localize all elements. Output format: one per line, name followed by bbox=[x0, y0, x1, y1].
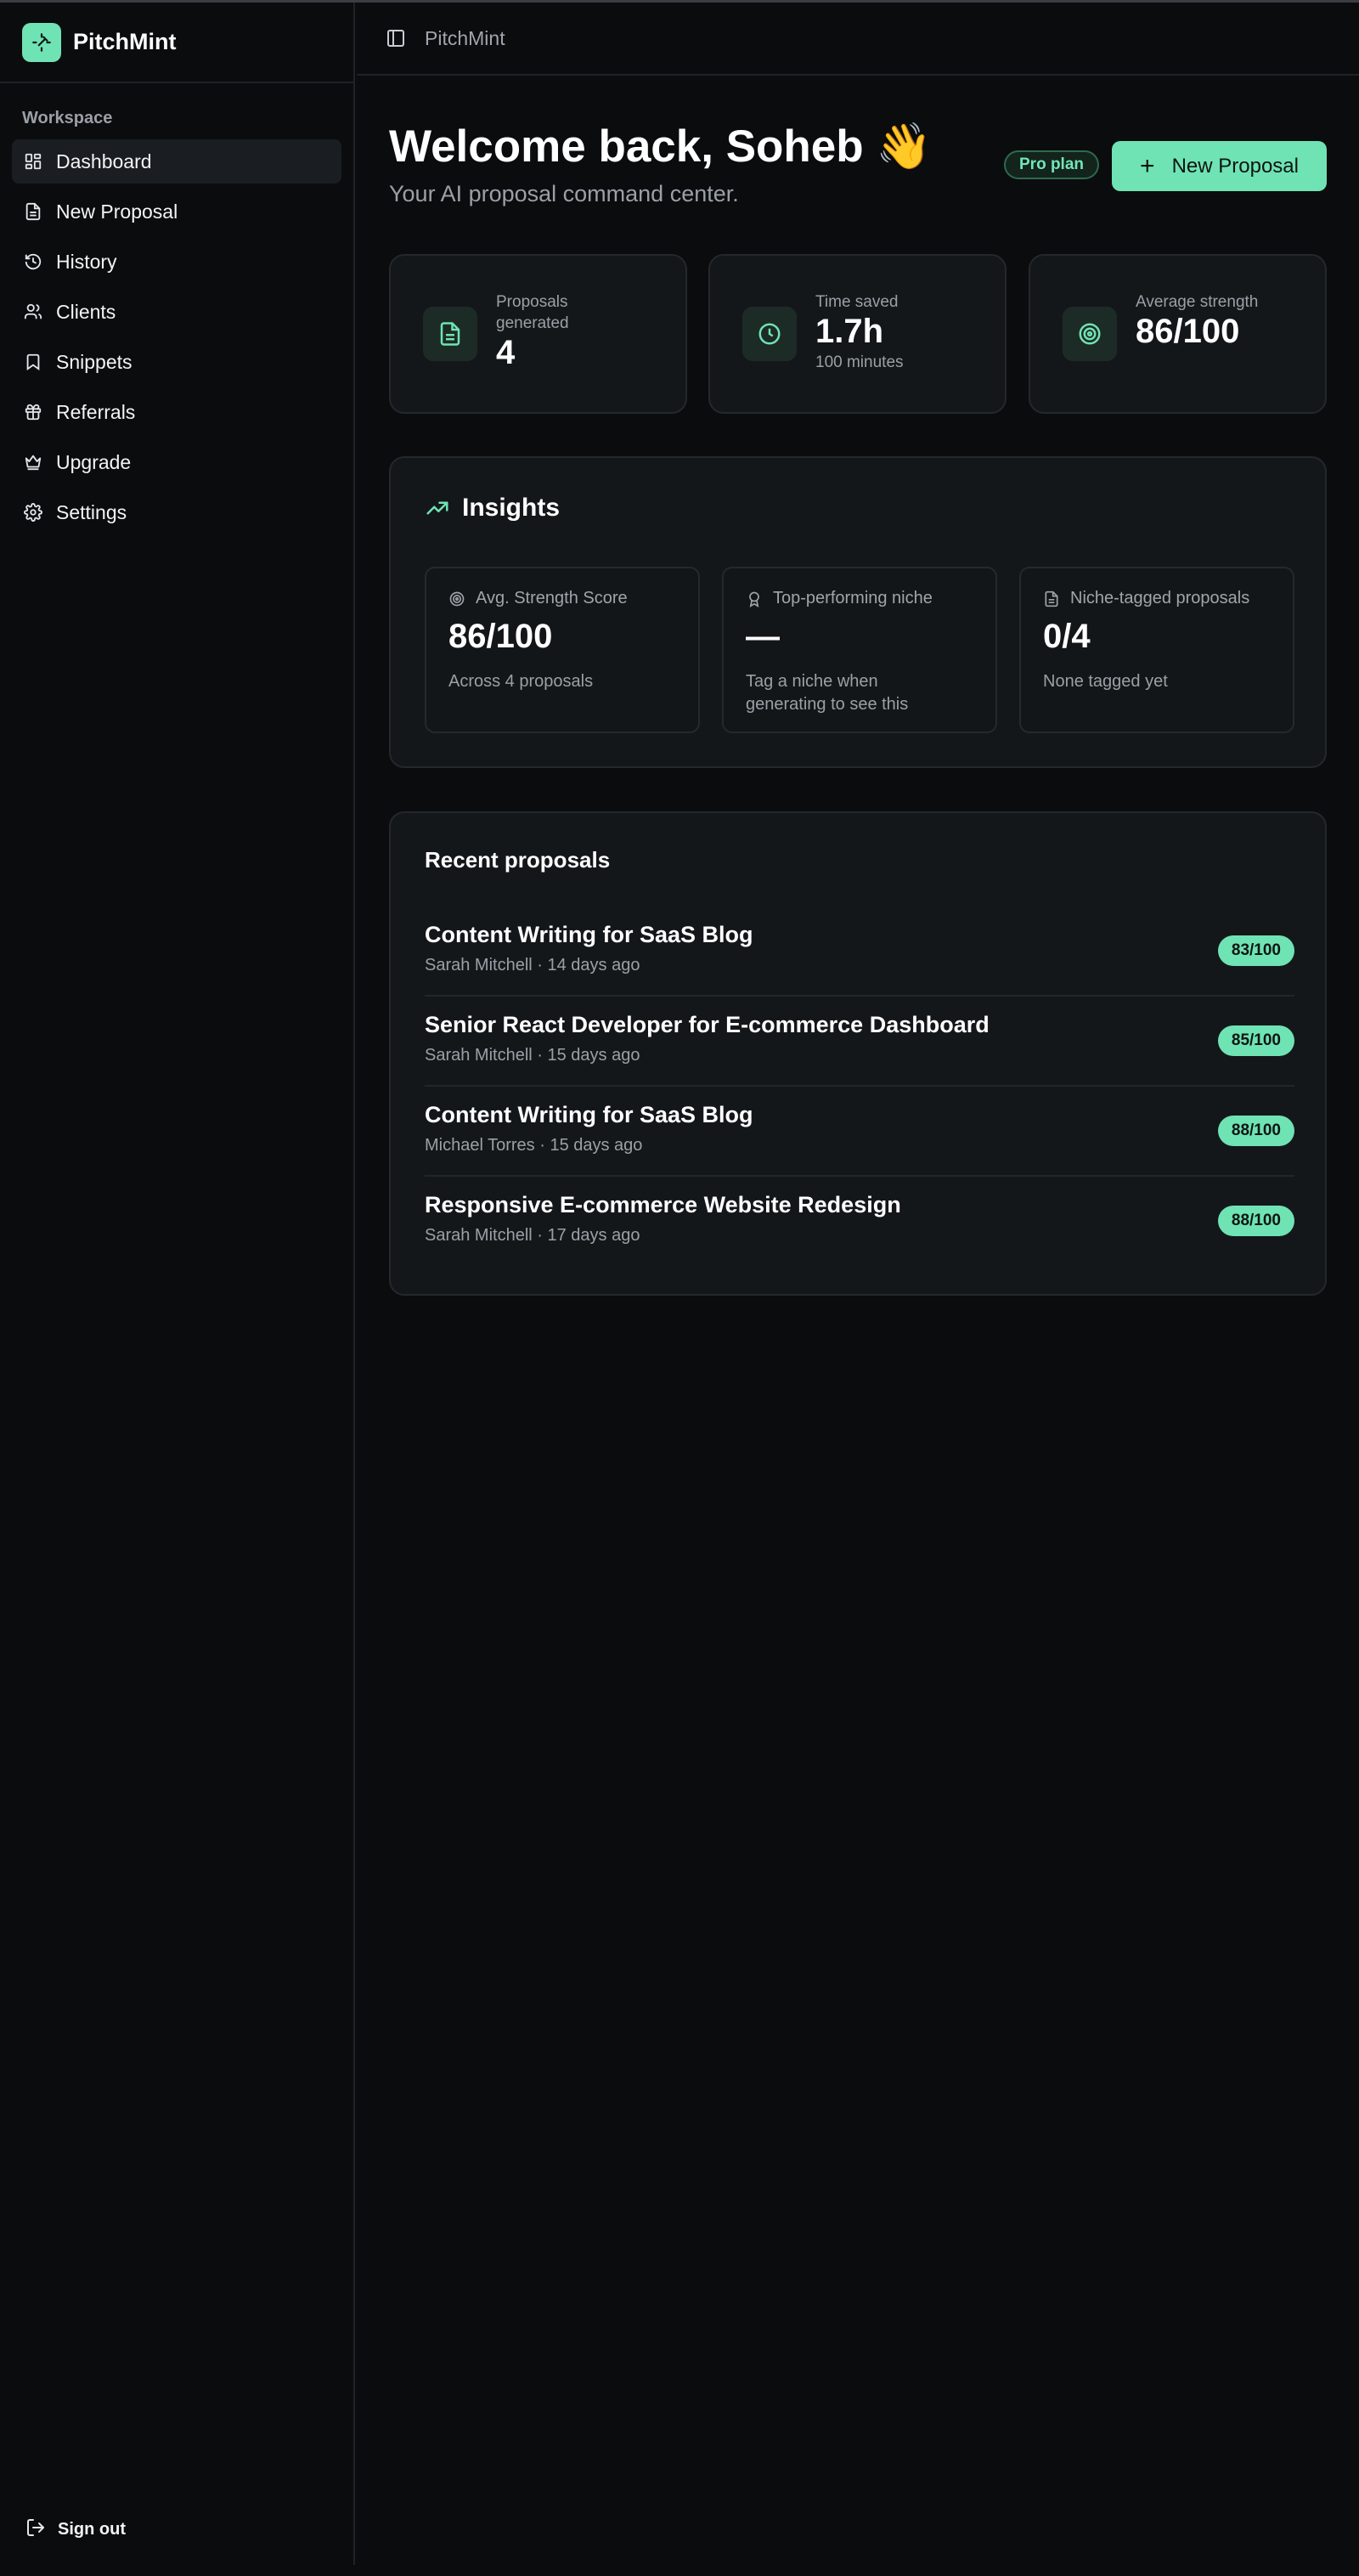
workspace-section-label: Workspace bbox=[22, 109, 113, 127]
proposal-meta: Michael Torres · 15 days ago bbox=[425, 1136, 643, 1155]
stat-label: Time saved bbox=[815, 293, 899, 311]
insights-title: Insights bbox=[462, 494, 561, 522]
score-badge: 85/100 bbox=[1217, 1025, 1294, 1056]
page-subtitle: Your AI proposal command center. bbox=[389, 181, 739, 206]
insight-top-niche: Top-performing niche — Tag a niche when … bbox=[722, 567, 997, 733]
sidebar-item-label: History bbox=[56, 250, 117, 273]
history-icon bbox=[22, 251, 44, 273]
insight-niche-tagged: Niche-tagged proposals 0/4 None tagged y… bbox=[1019, 567, 1294, 733]
score-badge: 88/100 bbox=[1217, 1116, 1294, 1146]
sidebar-item-label: Snippets bbox=[56, 350, 133, 373]
plan-badge: Pro plan bbox=[1004, 150, 1100, 179]
document-icon bbox=[423, 307, 477, 361]
proposal-meta: Sarah Mitchell · 14 days ago bbox=[425, 956, 640, 974]
sidebar-item-upgrade[interactable]: Upgrade bbox=[12, 440, 341, 484]
topbar: PitchMint bbox=[357, 3, 1359, 76]
score-badge: 88/100 bbox=[1217, 1206, 1294, 1236]
sidebar: PitchMint Workspace Dashboard New Propos… bbox=[0, 3, 355, 2565]
recent-proposals-list: Content Writing for SaaS Blog Sarah Mitc… bbox=[425, 907, 1294, 1267]
page-title: Welcome back, Soheb 👋 bbox=[389, 121, 933, 172]
crown-icon bbox=[22, 451, 44, 473]
insight-value: 86/100 bbox=[448, 618, 553, 655]
sidebar-item-snippets[interactable]: Snippets bbox=[12, 340, 341, 384]
sidebar-nav: Dashboard New Proposal History Clients S… bbox=[0, 139, 353, 534]
page-header: Welcome back, Soheb 👋 Your AI proposal c… bbox=[389, 120, 932, 207]
main-content: PitchMint Welcome back, Soheb 👋 Your AI … bbox=[357, 3, 1359, 2565]
proposal-meta: Sarah Mitchell · 17 days ago bbox=[425, 1226, 640, 1245]
recent-proposals-title: Recent proposals bbox=[425, 847, 611, 873]
insights-card: Insights Avg. Strength Score 86/100 Acro… bbox=[389, 456, 1327, 768]
sidebar-item-clients[interactable]: Clients bbox=[12, 290, 341, 334]
sign-out-label: Sign out bbox=[58, 2520, 126, 2539]
dashboard-icon bbox=[22, 150, 44, 172]
stat-value: 86/100 bbox=[1136, 313, 1240, 350]
insight-value: 0/4 bbox=[1043, 618, 1091, 655]
topbar-title: PitchMint bbox=[425, 26, 505, 49]
brand-name: PitchMint bbox=[73, 29, 177, 54]
target-icon bbox=[448, 590, 465, 607]
insight-sub: Tag a niche when generating to see this bbox=[746, 672, 909, 714]
list-item[interactable]: Content Writing for SaaS Blog Sarah Mitc… bbox=[425, 907, 1294, 997]
stat-card-time-saved: Time saved 1.7h 100 minutes bbox=[708, 254, 1007, 414]
sidebar-item-label: New Proposal bbox=[56, 200, 178, 223]
sidebar-item-new-proposal[interactable]: New Proposal bbox=[12, 189, 341, 234]
gear-icon bbox=[22, 501, 44, 523]
document-icon bbox=[1043, 590, 1060, 607]
users-icon bbox=[22, 301, 44, 323]
plus-icon: + bbox=[1140, 151, 1155, 180]
proposal-meta: Sarah Mitchell · 15 days ago bbox=[425, 1046, 640, 1065]
stat-card-proposals: Proposals generated 4 bbox=[389, 254, 687, 414]
list-item[interactable]: Content Writing for SaaS Blog Michael To… bbox=[425, 1087, 1294, 1177]
sidebar-item-label: Settings bbox=[56, 500, 127, 523]
sidebar-item-label: Dashboard bbox=[56, 150, 152, 172]
insight-label: Top-performing niche bbox=[773, 589, 933, 607]
insight-label: Avg. Strength Score bbox=[476, 589, 628, 607]
new-proposal-button-label: New Proposal bbox=[1171, 154, 1299, 178]
brand[interactable]: PitchMint bbox=[0, 3, 353, 83]
sign-out-button[interactable]: Sign out bbox=[25, 2517, 126, 2542]
brand-logo-icon bbox=[22, 22, 61, 62]
stat-card-average-strength: Average strength 86/100 bbox=[1029, 254, 1327, 414]
insight-sub: None tagged yet bbox=[1043, 672, 1168, 691]
stat-value: 1.7h bbox=[815, 313, 884, 350]
stat-sub: 100 minutes bbox=[815, 353, 904, 371]
list-item[interactable]: Senior React Developer for E-commerce Da… bbox=[425, 997, 1294, 1087]
bookmark-icon bbox=[22, 351, 44, 373]
target-icon bbox=[1063, 307, 1117, 361]
insight-sub: Across 4 proposals bbox=[448, 672, 594, 691]
clock-icon bbox=[742, 307, 797, 361]
gift-icon bbox=[22, 401, 44, 423]
sidebar-item-history[interactable]: History bbox=[12, 240, 341, 284]
sidebar-item-referrals[interactable]: Referrals bbox=[12, 390, 341, 434]
sidebar-item-settings[interactable]: Settings bbox=[12, 490, 341, 534]
proposal-title: Senior React Developer for E-commerce Da… bbox=[425, 1012, 990, 1037]
proposal-title: Responsive E-commerce Website Redesign bbox=[425, 1192, 901, 1217]
sidebar-item-label: Referrals bbox=[56, 400, 136, 423]
proposal-title: Content Writing for SaaS Blog bbox=[425, 922, 753, 947]
proposal-title: Content Writing for SaaS Blog bbox=[425, 1102, 753, 1127]
stat-label: Proposals generated bbox=[496, 293, 569, 332]
sign-out-icon bbox=[25, 2517, 46, 2542]
recent-proposals-card: Recent proposals Content Writing for Saa… bbox=[389, 811, 1327, 1296]
sidebar-item-label: Upgrade bbox=[56, 450, 132, 473]
insight-label: Niche-tagged proposals bbox=[1070, 589, 1250, 607]
insight-avg-strength: Avg. Strength Score 86/100 Across 4 prop… bbox=[425, 567, 700, 733]
stat-value: 4 bbox=[496, 334, 516, 371]
list-item[interactable]: Responsive E-commerce Website Redesign S… bbox=[425, 1177, 1294, 1267]
file-icon bbox=[22, 201, 44, 223]
sidebar-toggle-icon[interactable] bbox=[386, 28, 406, 48]
new-proposal-button[interactable]: + New Proposal bbox=[1112, 141, 1327, 191]
score-badge: 83/100 bbox=[1217, 935, 1294, 966]
insight-value: — bbox=[746, 618, 780, 655]
trending-up-icon bbox=[425, 495, 450, 521]
sidebar-item-dashboard[interactable]: Dashboard bbox=[12, 139, 341, 184]
sidebar-item-label: Clients bbox=[56, 300, 116, 323]
award-icon bbox=[746, 590, 763, 607]
stat-label: Average strength bbox=[1136, 293, 1259, 311]
